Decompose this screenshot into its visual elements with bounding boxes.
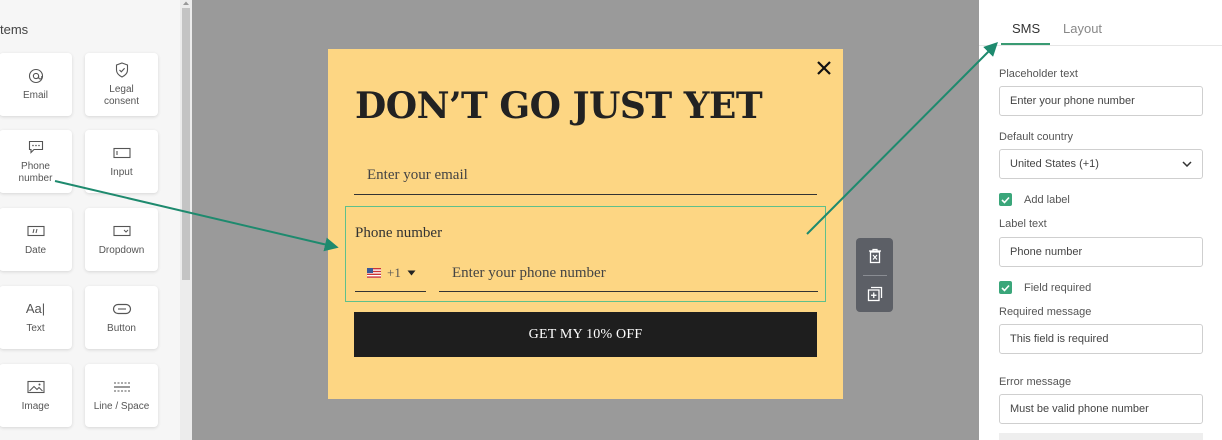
tile-label: Dropdown: [98, 244, 145, 256]
required-message-label: Required message: [999, 306, 1092, 318]
tile-phone-number[interactable]: Phone number: [0, 130, 72, 193]
input-box-icon: [112, 145, 131, 161]
default-country-value: United States (+1): [1010, 158, 1099, 170]
tile-label: Date: [24, 244, 47, 256]
field-toolbar: [856, 238, 893, 312]
scrollbar-thumb[interactable]: [182, 8, 190, 280]
tile-email[interactable]: Email: [0, 53, 72, 116]
error-message-label: Error message: [999, 376, 1072, 388]
tile-legal-consent[interactable]: Legal consent: [85, 53, 158, 116]
get-discount-button[interactable]: GET MY 10% OFF: [354, 312, 817, 357]
chevron-down-icon: [1182, 161, 1192, 167]
chat-bubble-icon: [28, 139, 44, 155]
tile-label: Image: [21, 400, 50, 412]
required-message-input[interactable]: [999, 324, 1203, 354]
panel-tabs: SMS Layout: [979, 0, 1222, 46]
checkmark-icon: [1001, 284, 1010, 292]
sidebar-title: tems: [0, 22, 29, 37]
delete-field-button[interactable]: [856, 238, 893, 275]
shield-check-icon: [115, 61, 129, 78]
country-code-select[interactable]: +1: [355, 255, 426, 292]
field-required-row: Field required: [999, 281, 1091, 294]
tile-dropdown[interactable]: Dropdown: [85, 208, 158, 271]
calendar-icon: [26, 223, 45, 239]
elements-sidebar: tems Email Legal consent Phone number In…: [0, 0, 180, 440]
panel-footer-strip: [999, 433, 1203, 440]
tile-line-space[interactable]: Line / Space: [85, 364, 158, 427]
us-flag-icon: [367, 268, 381, 278]
close-popup-button[interactable]: [815, 59, 833, 77]
error-message-input[interactable]: [999, 394, 1203, 424]
phone-label: Phone number: [355, 225, 443, 241]
tab-layout[interactable]: Layout: [1063, 21, 1102, 36]
editor-canvas: DON’T GO JUST YET Phone number +1 GET MY…: [192, 0, 979, 440]
default-country-select[interactable]: United States (+1): [999, 149, 1203, 179]
default-country-label: Default country: [999, 131, 1073, 143]
popup-headline: DON’T GO JUST YET: [355, 85, 763, 127]
placeholder-text-label: Placeholder text: [999, 68, 1078, 80]
country-code-value: +1: [387, 265, 401, 280]
tile-label: Email: [22, 89, 48, 101]
tile-label: Text: [26, 322, 45, 334]
tile-label: Legal consent: [103, 83, 140, 107]
trash-icon: [868, 249, 881, 264]
popup-form: DON’T GO JUST YET Phone number +1 GET MY…: [328, 49, 843, 399]
checkmark-icon: [1001, 196, 1010, 204]
email-field[interactable]: [354, 157, 817, 195]
add-label-row: Add label: [999, 193, 1070, 206]
scroll-up-icon[interactable]: [182, 0, 190, 6]
sidebar-scrollbar[interactable]: [180, 0, 192, 440]
duplicate-icon: [867, 286, 882, 301]
line-space-icon: [112, 379, 132, 395]
tile-label: Button: [107, 322, 136, 334]
text-icon: Aa|: [25, 301, 46, 316]
close-icon: [817, 61, 831, 75]
at-icon: [28, 68, 44, 84]
tile-label: Phone number: [18, 160, 53, 184]
tile-button[interactable]: Button: [85, 286, 158, 349]
duplicate-field-button[interactable]: [856, 275, 893, 312]
image-icon: [26, 379, 45, 395]
tile-label: Input: [110, 166, 133, 178]
tile-label: Line / Space: [93, 400, 150, 412]
tab-sms[interactable]: SMS: [1012, 21, 1040, 36]
field-required-checkbox[interactable]: [999, 281, 1012, 294]
add-label-text: Add label: [1024, 193, 1070, 206]
button-pill-icon: [112, 301, 132, 317]
label-text-input[interactable]: [999, 237, 1203, 267]
add-label-checkbox[interactable]: [999, 193, 1012, 206]
phone-number-block-selected[interactable]: Phone number +1: [345, 206, 826, 302]
tile-text[interactable]: Aa| Text: [0, 286, 72, 349]
tile-input[interactable]: Input: [85, 130, 158, 193]
properties-panel: SMS Layout Placeholder text Default coun…: [979, 0, 1222, 440]
active-tab-indicator: [1001, 43, 1050, 45]
tile-image[interactable]: Image: [0, 364, 72, 427]
field-required-text: Field required: [1024, 281, 1092, 294]
caret-down-icon: [407, 270, 416, 276]
dropdown-icon: [112, 223, 131, 239]
placeholder-text-input[interactable]: [999, 86, 1203, 116]
phone-number-input[interactable]: [439, 255, 818, 292]
label-text-label: Label text: [999, 218, 1047, 230]
tile-date[interactable]: Date: [0, 208, 72, 271]
